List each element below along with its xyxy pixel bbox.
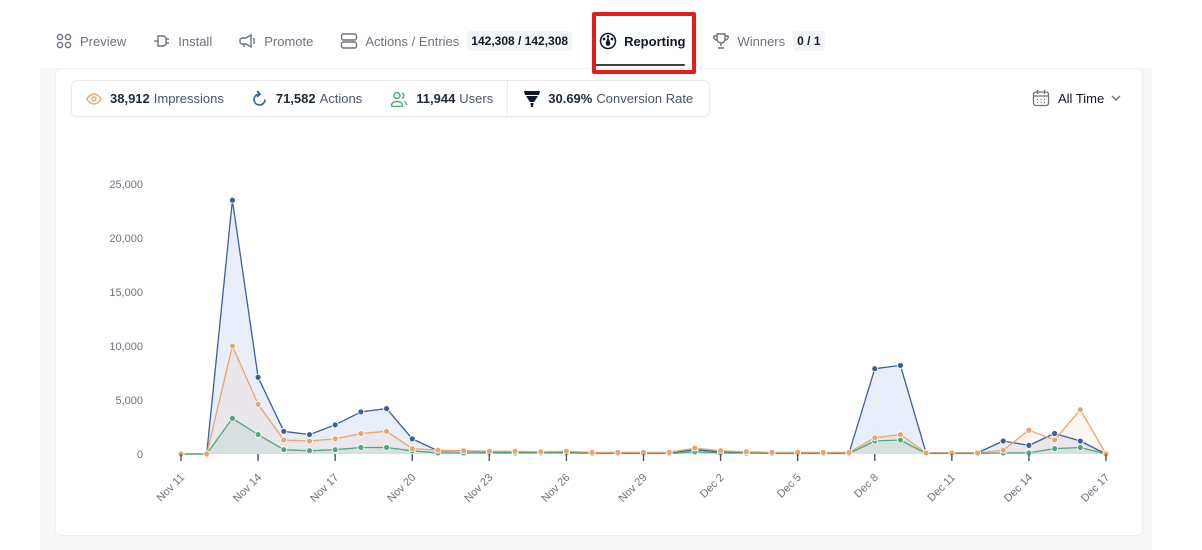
point-impressions (511, 447, 519, 455)
y-tick-label: 25,000 (109, 179, 143, 191)
point-users (228, 414, 236, 422)
x-tick-label: Nov 11 (155, 472, 188, 505)
point-impressions (1025, 426, 1033, 434)
point-impressions (254, 400, 262, 408)
point-impressions (691, 444, 699, 452)
point-impressions (819, 448, 827, 456)
point-impressions (485, 447, 493, 455)
x-tick-label: Nov 20 (385, 472, 418, 505)
point-impressions (999, 446, 1007, 454)
point-impressions (1051, 436, 1059, 444)
point-users (1051, 445, 1059, 453)
x-tick-label: Dec 8 (852, 472, 881, 501)
point-impressions (383, 427, 390, 435)
point-impressions (845, 448, 853, 456)
point-impressions (203, 450, 211, 458)
point-impressions (228, 342, 236, 350)
point-users (1076, 444, 1084, 451)
x-tick-label: Dec 17 (1079, 472, 1112, 505)
point-impressions (1076, 406, 1084, 414)
point-users (331, 446, 339, 454)
series-points (177, 196, 1110, 458)
point-impressions (537, 448, 545, 456)
line-chart: 05,00010,00015,00020,00025,000 Nov 11 Nov… (109, 179, 1112, 505)
point-impressions (871, 434, 879, 442)
point-impressions (280, 436, 288, 444)
point-impressions (614, 448, 622, 456)
point-actions (1051, 430, 1059, 437)
point-impressions (460, 447, 468, 455)
point-users (306, 447, 313, 455)
point-actions (357, 408, 365, 416)
x-tick-label: Dec 11 (925, 472, 958, 505)
x-tick-label: Nov 17 (308, 472, 341, 505)
y-tick-label: 10,000 (109, 341, 143, 353)
point-actions (280, 427, 288, 435)
chart-grid (181, 183, 1106, 428)
y-tick-label: 0 (137, 449, 143, 461)
point-impressions (974, 449, 981, 457)
point-impressions (357, 430, 365, 437)
x-tick-label: Dec 14 (1002, 472, 1035, 505)
point-actions (408, 435, 416, 443)
point-impressions (434, 446, 442, 454)
point-impressions (742, 448, 750, 456)
point-actions (1025, 441, 1033, 449)
point-impressions (331, 435, 339, 443)
point-users (383, 444, 390, 451)
x-axis: Nov 11 Nov 14 Nov 17 Nov 20 Nov 23 Nov 26 Nov … (155, 454, 1112, 505)
point-actions (897, 362, 904, 369)
point-users (254, 431, 262, 438)
point-users (280, 446, 288, 454)
x-tick-label: Dec 2 (698, 472, 727, 501)
point-impressions (563, 447, 570, 455)
point-actions (331, 421, 339, 429)
point-actions (228, 196, 236, 204)
y-axis: 0 5,000 10,000 15,000 20,000 25,000 (109, 179, 143, 461)
point-actions (999, 437, 1007, 445)
point-actions (871, 365, 879, 373)
point-impressions (306, 437, 313, 445)
point-impressions (588, 448, 596, 456)
point-impressions (717, 447, 724, 455)
y-tick-label: 15,000 (109, 287, 143, 299)
point-impressions (897, 431, 904, 438)
x-tick-label: Nov 23 (462, 472, 495, 505)
x-tick-label: Nov 14 (231, 472, 264, 505)
point-actions (254, 373, 262, 381)
y-tick-label: 20,000 (109, 233, 143, 245)
point-actions (306, 431, 313, 438)
y-tick-label: 5,000 (115, 395, 143, 407)
x-tick-label: Nov 29 (616, 472, 649, 505)
point-impressions (408, 445, 416, 453)
point-users (357, 444, 365, 451)
point-impressions (922, 449, 930, 457)
x-tick-label: Nov 26 (539, 472, 572, 505)
point-impressions (665, 448, 673, 456)
point-actions (1076, 437, 1084, 445)
point-impressions (768, 448, 776, 456)
point-actions (383, 405, 390, 413)
x-tick-label: Dec 5 (775, 472, 804, 501)
